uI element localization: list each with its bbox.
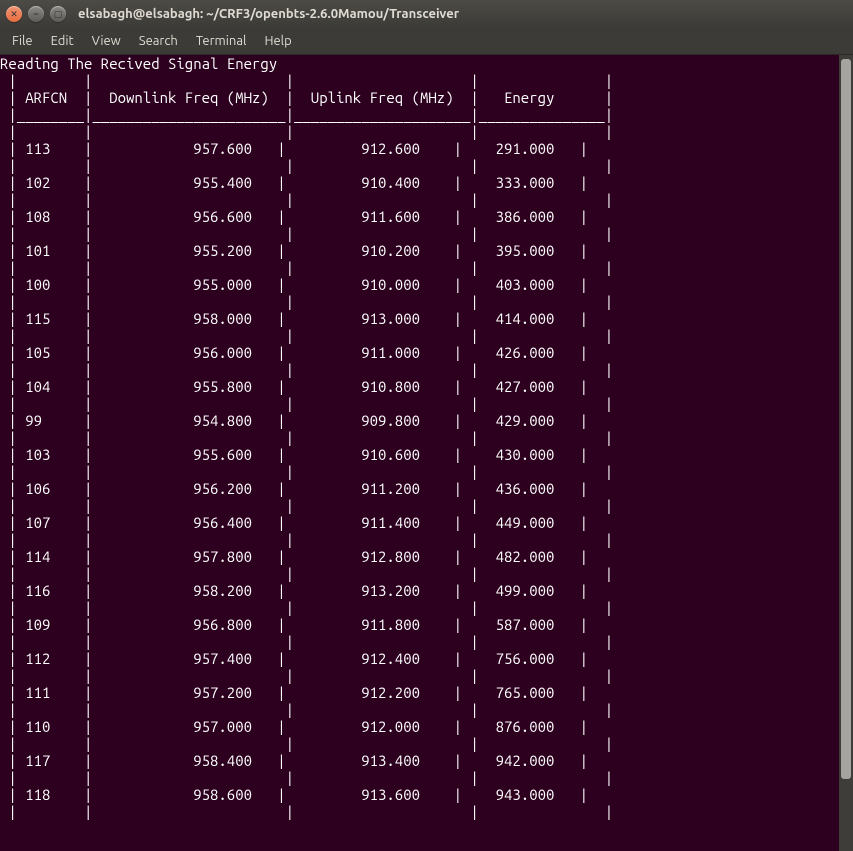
menu-terminal[interactable]: Terminal [188,31,255,51]
menubar: File Edit View Search Terminal Help [0,28,853,55]
scrollbar[interactable] [839,55,853,851]
menu-edit[interactable]: Edit [43,31,82,51]
titlebar[interactable]: ✕ – ▢ elsabagh@elsabagh: ~/CRF3/openbts-… [0,0,853,28]
terminal-output[interactable]: Reading The Recived Signal Energy | | | … [0,55,839,851]
menu-view[interactable]: View [84,31,129,51]
scrollbar-thumb[interactable] [841,59,851,779]
close-button[interactable]: ✕ [6,6,22,22]
menu-search[interactable]: Search [131,31,186,51]
terminal-area: Reading The Recived Signal Energy | | | … [0,55,853,851]
terminal-window: ✕ – ▢ elsabagh@elsabagh: ~/CRF3/openbts-… [0,0,853,851]
maximize-button[interactable]: ▢ [50,6,66,22]
menu-file[interactable]: File [4,31,41,51]
window-title: elsabagh@elsabagh: ~/CRF3/openbts-2.6.0M… [78,7,459,21]
menu-help[interactable]: Help [256,31,299,51]
minimize-button[interactable]: – [28,6,44,22]
